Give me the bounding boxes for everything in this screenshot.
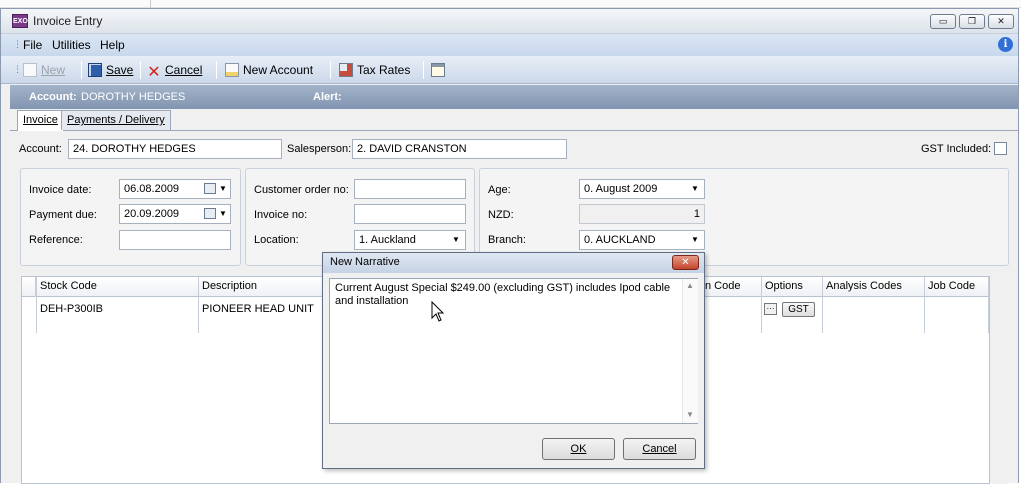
new-document-icon xyxy=(23,63,37,77)
account-bar-name: DOROTHY HEDGES xyxy=(81,91,186,103)
toolbar-separator xyxy=(140,61,141,79)
account-label: Account: xyxy=(19,143,62,155)
save-button[interactable]: Save xyxy=(88,63,133,77)
tax-rates-button[interactable]: Tax Rates xyxy=(339,63,410,77)
account-field[interactable]: 24. DOROTHY HEDGES xyxy=(68,139,282,159)
account-alert-bar: Account: DOROTHY HEDGES Alert: xyxy=(10,85,1018,109)
reference-field[interactable] xyxy=(119,230,231,250)
description-cell[interactable]: PIONEER HEAD UNIT xyxy=(202,303,314,315)
notes-icon xyxy=(431,63,445,77)
location-label: Location: xyxy=(254,234,299,246)
save-disk-icon xyxy=(88,63,102,77)
new-account-button[interactable]: New Account xyxy=(225,63,313,77)
exchange-rate-field: 1 xyxy=(579,204,705,224)
stock-code-cell[interactable]: DEH-P300IB xyxy=(40,303,103,315)
grid-side-panel xyxy=(991,276,1009,484)
reference-label: Reference: xyxy=(29,234,83,246)
scroll-up-icon[interactable]: ▲ xyxy=(686,281,694,290)
toolbar-separator xyxy=(216,61,217,79)
window-title: Invoice Entry xyxy=(33,14,103,28)
ok-button[interactable]: OK xyxy=(542,438,615,460)
salesperson-label: Salesperson: xyxy=(287,143,352,155)
exo-app-icon: EXO xyxy=(12,14,28,28)
scroll-down-icon[interactable]: ▼ xyxy=(686,410,694,419)
new-account-icon xyxy=(225,63,239,77)
col-stock-code[interactable]: Stock Code xyxy=(40,280,97,292)
age-label: Age: xyxy=(488,184,511,196)
dialog-close-button[interactable]: ✕ xyxy=(672,255,699,270)
gst-button[interactable]: GST xyxy=(782,302,815,317)
calendar-icon xyxy=(204,183,216,194)
invoice-date-field[interactable]: 06.08.2009 ▼ xyxy=(119,179,231,199)
info-icon[interactable]: i xyxy=(998,37,1013,52)
chevron-down-icon[interactable]: ▼ xyxy=(688,181,702,197)
menu-file[interactable]: File xyxy=(23,38,42,52)
gst-included-label: GST Included: xyxy=(921,143,992,155)
branch-label: Branch: xyxy=(488,234,526,246)
narrative-scrollbar[interactable]: ▲ ▼ xyxy=(682,279,698,423)
menu-bar: ⋮ File Utilities Help i xyxy=(1,34,1018,56)
background-divider xyxy=(150,0,151,8)
age-select[interactable]: 0. August 2009 ▼ xyxy=(579,179,705,199)
row-selector-header xyxy=(22,277,36,297)
salesperson-field[interactable]: 2. DAVID CRANSTON xyxy=(352,139,567,159)
menu-grip-icon: ⋮ xyxy=(13,39,22,49)
cancel-x-icon: ✕ xyxy=(147,64,161,81)
chevron-down-icon[interactable]: ▼ xyxy=(218,181,228,197)
branch-select[interactable]: 0. AUCKLAND ▼ xyxy=(579,230,705,250)
calendar-icon xyxy=(204,208,216,219)
nzd-label: NZD: xyxy=(488,209,514,221)
new-button[interactable]: New xyxy=(23,63,65,77)
payment-due-field[interactable]: 20.09.2009 ▼ xyxy=(119,204,231,224)
toolbar: ⋮ New Save ✕ Cancel New Account Tax Rates xyxy=(1,56,1018,84)
toolbar-separator xyxy=(423,61,424,79)
menu-utilities[interactable]: Utilities xyxy=(52,38,91,52)
account-bar-label: Account: xyxy=(29,91,77,103)
tab-strip-line xyxy=(10,130,1018,131)
col-job-code[interactable]: Job Code xyxy=(928,280,975,292)
cancel-button[interactable]: ✕ Cancel xyxy=(147,63,202,81)
invoice-date-label: Invoice date: xyxy=(29,184,92,196)
toolbar-grip-icon: ⋮ xyxy=(13,64,22,74)
narrative-textarea[interactable]: Current August Special $249.00 (excludin… xyxy=(329,278,698,424)
invoice-no-label: Invoice no: xyxy=(254,209,308,221)
tab-invoice[interactable]: Invoice xyxy=(17,110,64,131)
toolbar-separator xyxy=(81,61,82,79)
col-analysis-codes[interactable]: Analysis Codes xyxy=(826,280,902,292)
notes-button[interactable] xyxy=(431,63,449,77)
dialog-cancel-button[interactable]: Cancel xyxy=(623,438,696,460)
col-gl-code[interactable]: n Code xyxy=(705,280,740,292)
close-button[interactable]: ✕ xyxy=(988,14,1014,29)
col-options[interactable]: Options xyxy=(765,280,803,292)
background-strip xyxy=(0,0,1021,8)
menu-help[interactable]: Help xyxy=(100,38,125,52)
dialog-title-bar: New Narrative ✕ xyxy=(323,253,704,273)
dialog-title: New Narrative xyxy=(330,256,400,268)
alert-label: Alert: xyxy=(313,91,342,103)
customer-order-field[interactable] xyxy=(354,179,466,199)
chevron-down-icon[interactable]: ▼ xyxy=(688,232,702,248)
tax-rates-icon xyxy=(339,63,353,77)
toolbar-separator xyxy=(330,61,331,79)
tab-payments-delivery[interactable]: Payments / Delivery xyxy=(61,110,171,130)
narrative-text[interactable]: Current August Special $249.00 (excludin… xyxy=(335,282,680,308)
customer-order-label: Customer order no: xyxy=(254,184,349,196)
chevron-down-icon[interactable]: ▼ xyxy=(218,206,228,222)
mouse-cursor-icon xyxy=(431,301,445,322)
payment-due-label: Payment due: xyxy=(29,209,97,221)
title-bar: EXO Invoice Entry ▭ ❐ ✕ xyxy=(1,9,1018,34)
location-select[interactable]: 1. Auckland ▼ xyxy=(354,230,466,250)
col-description[interactable]: Description xyxy=(202,280,257,292)
minimize-button[interactable]: ▭ xyxy=(930,14,956,29)
chevron-down-icon[interactable]: ▼ xyxy=(449,232,463,248)
invoice-no-field[interactable] xyxy=(354,204,466,224)
options-more-button[interactable]: ··· xyxy=(764,303,777,315)
restore-button[interactable]: ❐ xyxy=(959,14,985,29)
new-narrative-dialog: New Narrative ✕ Current August Special $… xyxy=(322,252,705,469)
gst-included-checkbox[interactable] xyxy=(994,142,1007,155)
